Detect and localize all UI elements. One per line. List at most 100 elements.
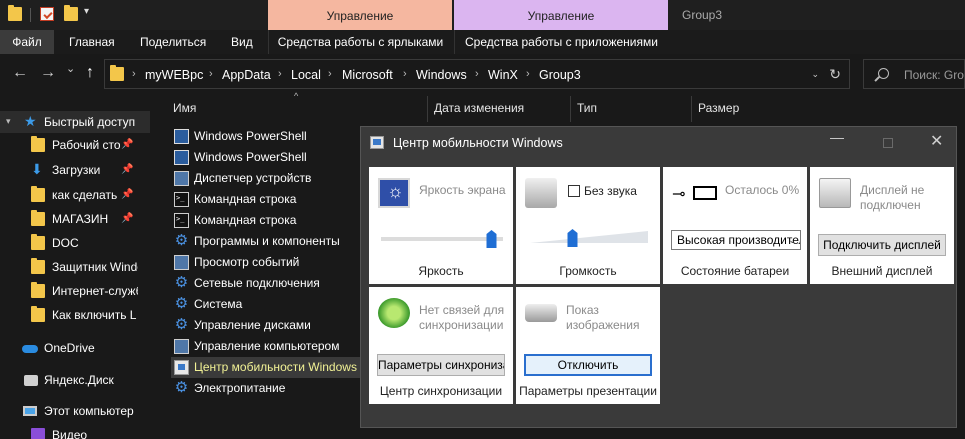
tab-home[interactable]: Главная [69,30,115,54]
file-item[interactable]: ⚙ Система [171,294,359,315]
nav-item-label: Защитник Windows [52,260,138,274]
refresh-icon[interactable]: ↻ [829,66,841,83]
file-item[interactable]: ⚙ Электропитание [171,378,359,399]
file-item-selected[interactable]: Центр мобильности Windows [171,357,365,378]
folder-icon [31,210,45,226]
new-folder-icon[interactable] [64,5,78,21]
volume-slider[interactable] [528,225,652,251]
nav-item-downloads[interactable]: ⬇ Загрузки 📌 [0,159,150,181]
file-item[interactable]: Диспетчер устройств [171,168,359,189]
connect-display-button[interactable]: Подключить дисплей [818,234,946,256]
breadcrumb-item[interactable]: WinX [488,68,518,82]
tab-app-tools[interactable]: Средства работы с приложениями [454,30,668,54]
slider-thumb[interactable] [486,230,497,248]
tab-share[interactable]: Поделиться [140,30,206,54]
column-divider[interactable] [427,96,428,122]
file-name: Командная строка [194,192,297,206]
file-item[interactable]: Командная строка [171,210,359,231]
slider-thumb[interactable] [567,229,578,247]
file-name: Сетевые подключения [194,276,320,290]
folder-icon[interactable] [8,5,22,21]
breadcrumb-separator[interactable]: › [475,68,479,80]
nav-item-how-to[interactable]: как сделать 📌 [0,184,150,206]
nav-item-doc[interactable]: DOC [0,232,150,254]
up-arrow-icon[interactable]: ↑ [86,64,94,82]
file-name: Управление дисками [194,318,311,332]
file-item[interactable]: ⚙ Программы и компоненты [171,231,359,252]
sync-settings-button[interactable]: Параметры синхронизации [377,354,505,376]
tab-view[interactable]: Вид [231,30,253,54]
nav-item-label: как сделать [52,188,118,202]
nav-item-this-pc[interactable]: Этот компьютер [0,400,150,422]
nav-item-label: МАГАЗИН [52,212,109,226]
pin-icon: 📌 [121,213,134,224]
breadcrumb-item[interactable]: Windows [416,68,467,82]
search-box[interactable]: Поиск: Group3 [863,59,965,89]
column-divider[interactable] [691,96,692,122]
breadcrumb-item[interactable]: myWEBpc [145,68,203,82]
forward-arrow-icon[interactable]: → [40,64,56,82]
tile-footer: Параметры презентации [519,384,657,398]
breadcrumb-separator[interactable]: › [278,68,282,80]
window-title: Group3 [682,8,723,22]
back-arrow-icon[interactable]: ← [12,64,28,82]
folder-icon [31,282,45,298]
file-item[interactable]: ⚙ Управление дисками [171,315,359,336]
breadcrumb-item[interactable]: Group3 [539,68,581,82]
breadcrumb-separator[interactable]: › [328,68,332,80]
file-item[interactable]: Просмотр событий [171,252,359,273]
folder-icon [31,136,45,152]
tab-file[interactable]: Файл [0,30,54,54]
breadcrumb-item[interactable]: AppData [222,68,271,82]
nav-item-how-to-enable[interactable]: Как включить L [0,304,150,326]
pin-icon: 📌 [121,139,134,150]
close-icon[interactable]: ✕ [930,131,943,151]
nav-item-desktop[interactable]: Рабочий стол 📌 [0,134,150,156]
mute-checkbox[interactable] [568,185,580,197]
tab-shortcut-tools[interactable]: Средства работы с ярлыками [268,30,452,54]
breadcrumb-item[interactable]: Local [291,68,321,82]
recent-locations-icon[interactable]: ⌄ [66,62,75,75]
divider [30,8,31,22]
chevron-down-icon[interactable]: ▾ [6,116,11,127]
nav-item-quick-access[interactable]: ▾ ★ Быстрый доступ [0,111,150,133]
nav-item-video[interactable]: Видео [0,424,150,439]
brightness-slider[interactable] [381,227,505,251]
nav-item-internet-service[interactable]: Интернет-служба [0,280,150,302]
folder-icon [31,234,45,250]
sync-status: Нет связей для синхронизации [419,303,505,332]
file-item[interactable]: Управление компьютером [171,336,359,357]
breadcrumb-separator[interactable]: › [526,68,530,80]
file-item[interactable]: ⚙ Сетевые подключения [171,273,359,294]
column-divider[interactable] [570,96,571,122]
battery-icon [693,186,717,200]
nav-item-label: Быстрый доступ [44,115,136,129]
folder-icon [31,306,45,322]
column-header-type[interactable]: Тип [577,101,597,115]
properties-icon[interactable] [40,7,54,21]
file-item[interactable]: Windows PowerShell [171,126,359,147]
column-header-size[interactable]: Размер [698,101,739,115]
file-name: Программы и компоненты [194,234,340,248]
nav-item-yandex-disk[interactable]: Яндекс.Диск [0,369,150,391]
quick-access-dropdown-icon[interactable]: ▾ [84,6,89,17]
column-header-date[interactable]: Дата изменения [434,101,524,115]
file-name: Windows PowerShell [194,129,307,143]
context-header-app: Управление [454,0,668,30]
breadcrumb-separator[interactable]: › [209,68,213,80]
power-plan-select[interactable]: Высокая производительность ⌄ [671,230,801,250]
file-item[interactable]: Командная строка [171,189,359,210]
column-header-name[interactable]: Имя [173,101,196,115]
breadcrumb-item[interactable]: Microsoft [342,68,393,82]
brightness-icon [378,178,410,208]
turn-off-presentation-button[interactable]: Отключить [524,354,652,376]
file-item[interactable]: Windows PowerShell [171,147,359,168]
ribbon-tabs: Файл Главная Поделиться Вид Средства раб… [0,30,965,54]
nav-item-defender[interactable]: Защитник Windows [0,256,150,278]
nav-item-onedrive[interactable]: OneDrive [0,337,150,359]
minimize-icon[interactable]: — [830,129,844,145]
breadcrumb-separator[interactable]: › [403,68,407,80]
address-history-chevron-icon[interactable]: ⌄ [811,69,819,80]
nav-item-shop[interactable]: МАГАЗИН 📌 [0,208,150,230]
address-bar[interactable]: › myWEBpc › AppData › Local › Microsoft … [104,59,850,89]
